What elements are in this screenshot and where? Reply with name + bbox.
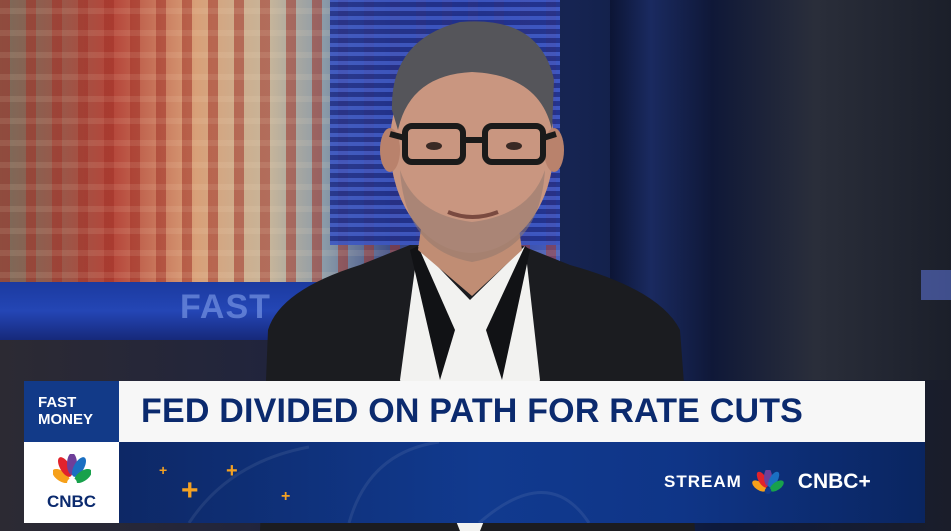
plus-decoration-icon: + [159, 462, 168, 478]
show-name-line2: MONEY [38, 411, 94, 428]
nbc-peacock-icon [53, 454, 91, 488]
stream-promo: STREAM CNBC+ [664, 470, 871, 494]
plus-decoration-icon: + [226, 460, 238, 482]
bottom-bar: + + + + STREAM CNBC+ [119, 442, 925, 523]
nbc-peacock-icon [752, 470, 784, 494]
headline-bar: FED DIVIDED ON PATH FOR RATE CUTS [119, 381, 925, 442]
network-logo-label: CNBC [46, 492, 97, 511]
show-name-line1: FAST [38, 394, 77, 411]
background-accent-light [921, 270, 951, 300]
video-frame: FAST FAST MONEY FED DIVIDED ON PATH FOR … [0, 0, 951, 531]
network-logo-box: CNBC [24, 442, 119, 523]
show-name-box: FAST MONEY [24, 381, 119, 442]
headline-text: FED DIVIDED ON PATH FOR RATE CUTS [141, 392, 804, 430]
plus-decoration-icon: + [281, 488, 291, 505]
plus-decoration-icon: + [181, 474, 199, 507]
stream-service-name: CNBC+ [797, 470, 871, 493]
stream-label: STREAM [664, 472, 742, 491]
